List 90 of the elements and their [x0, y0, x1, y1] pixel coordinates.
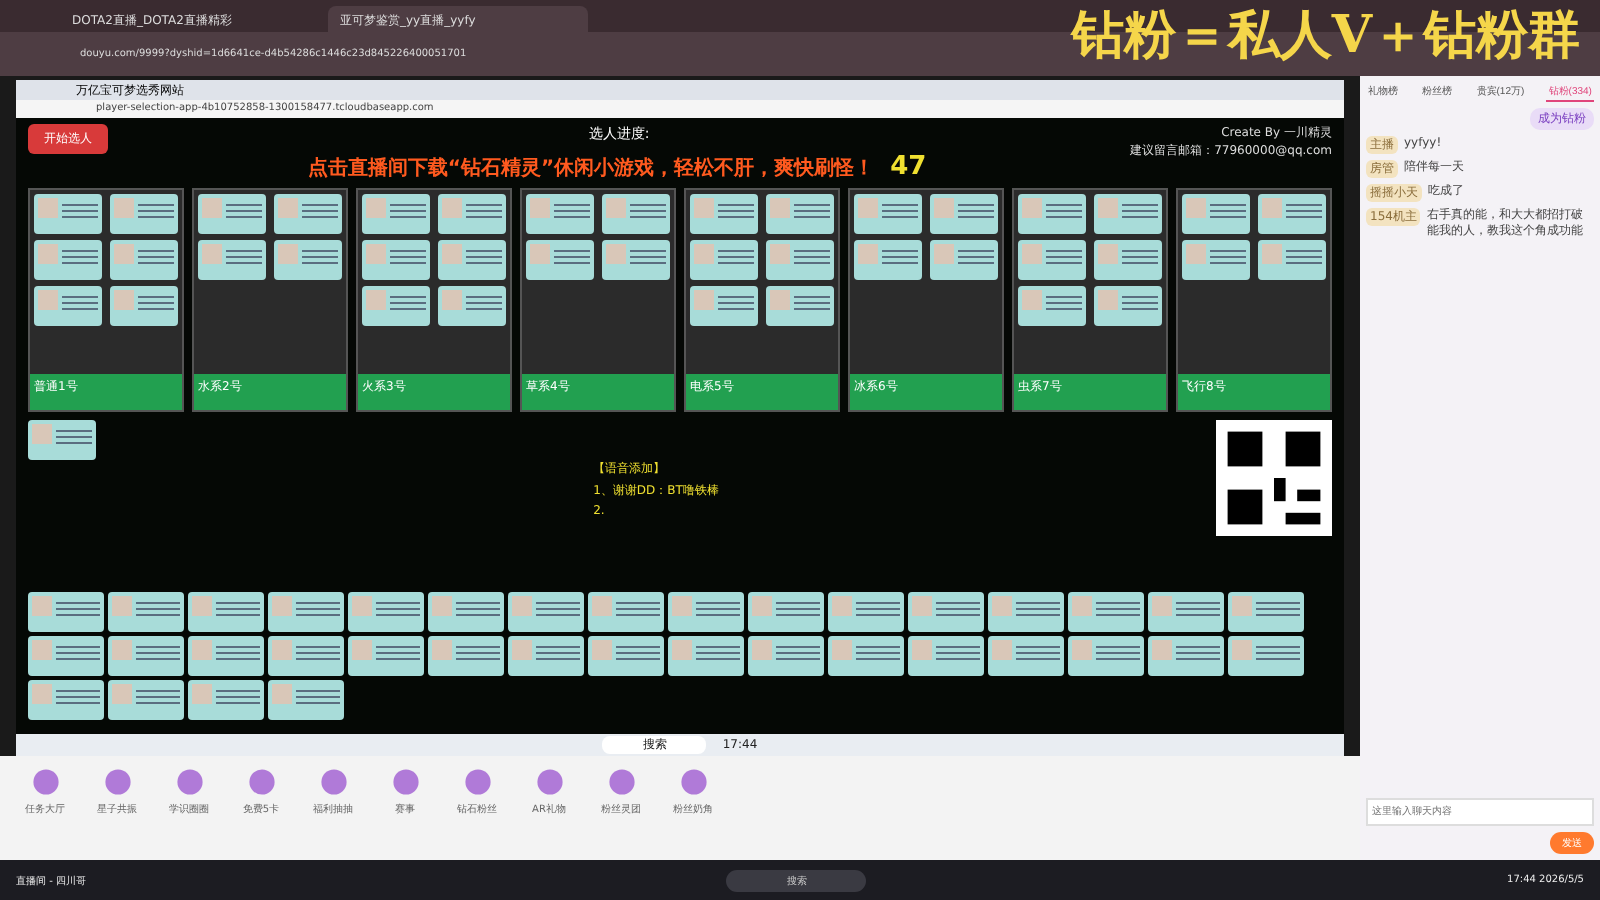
player-card: [428, 636, 504, 676]
player-card: [526, 194, 594, 234]
player-card: [28, 592, 104, 632]
player-card: [268, 636, 344, 676]
player-card: [588, 592, 664, 632]
player-card: [908, 636, 984, 676]
player-card: [929, 194, 997, 234]
player-card: [1068, 592, 1144, 632]
player-card: [588, 636, 664, 676]
player-card: [668, 636, 744, 676]
player-card: [1228, 592, 1304, 632]
player-card: [526, 240, 594, 280]
player-card: [828, 592, 904, 632]
player-card: [1068, 636, 1144, 676]
player-card: [765, 240, 833, 280]
player-card: [34, 240, 102, 280]
player-card: [1257, 194, 1325, 234]
player-card: [988, 636, 1064, 676]
player-card: [668, 592, 744, 632]
player-card: [508, 592, 584, 632]
player-card: [690, 286, 758, 326]
player-card: [273, 194, 341, 234]
gift-icon[interactable]: [103, 768, 131, 796]
player-card: [765, 286, 833, 326]
player-card: [690, 194, 758, 234]
qr-code-icon: [1216, 420, 1332, 536]
player-card: [1182, 194, 1250, 234]
player-card: [601, 194, 669, 234]
player-card: [929, 240, 997, 280]
player-card: [1148, 592, 1224, 632]
player-card: [508, 636, 584, 676]
gift-icon[interactable]: [463, 768, 491, 796]
player-card: [34, 194, 102, 234]
player-card: [28, 420, 96, 460]
player-card: [109, 286, 177, 326]
player-card: [268, 592, 344, 632]
gift-icon[interactable]: [679, 768, 707, 796]
gift-icon[interactable]: [175, 768, 203, 796]
player-card: [108, 592, 184, 632]
player-card: [109, 194, 177, 234]
player-card: [1018, 240, 1086, 280]
player-card: [109, 240, 177, 280]
player-card: [1093, 194, 1161, 234]
player-card: [690, 240, 758, 280]
player-card: [601, 240, 669, 280]
player-card: [748, 592, 824, 632]
player-card: [908, 592, 984, 632]
player-card: [362, 286, 430, 326]
player-card: [34, 286, 102, 326]
player-card: [1148, 636, 1224, 676]
player-card: [1228, 636, 1304, 676]
player-card: [188, 592, 264, 632]
gift-icon[interactable]: [31, 768, 59, 796]
player-card: [28, 636, 104, 676]
player-card: [437, 286, 505, 326]
gift-icon[interactable]: [535, 768, 563, 796]
gift-icon[interactable]: [391, 768, 419, 796]
player-card: [198, 240, 266, 280]
player-card: [28, 680, 104, 720]
player-card: [108, 636, 184, 676]
gift-icon[interactable]: [247, 768, 275, 796]
marquee-text: 点击直播间下载“钻石精灵”休闲小游戏，轻松不肝，爽快刷怪！: [307, 158, 875, 180]
player-card: [362, 194, 430, 234]
player-card: [1257, 240, 1325, 280]
gift-icon[interactable]: [607, 768, 635, 796]
player-card: [188, 636, 264, 676]
player-card: [437, 240, 505, 280]
player-card: [988, 592, 1064, 632]
player-card: [854, 240, 922, 280]
player-card: [765, 194, 833, 234]
player-card: [108, 680, 184, 720]
player-card: [428, 592, 504, 632]
player-card: [1018, 286, 1086, 326]
player-card: [748, 636, 824, 676]
banner-text: 钻粉＝私人V＋钻粉群: [1071, 4, 1580, 70]
player-card: [362, 240, 430, 280]
player-card: [828, 636, 904, 676]
player-card: [1093, 286, 1161, 326]
player-card: [1018, 194, 1086, 234]
player-card: [273, 240, 341, 280]
player-card: [1182, 240, 1250, 280]
player-card: [188, 680, 264, 720]
player-card: [854, 194, 922, 234]
player-card: [348, 636, 424, 676]
gift-icon[interactable]: [319, 768, 347, 796]
player-card: [1093, 240, 1161, 280]
player-card: [348, 592, 424, 632]
player-card: [198, 194, 266, 234]
player-card: [268, 680, 344, 720]
player-card: [437, 194, 505, 234]
